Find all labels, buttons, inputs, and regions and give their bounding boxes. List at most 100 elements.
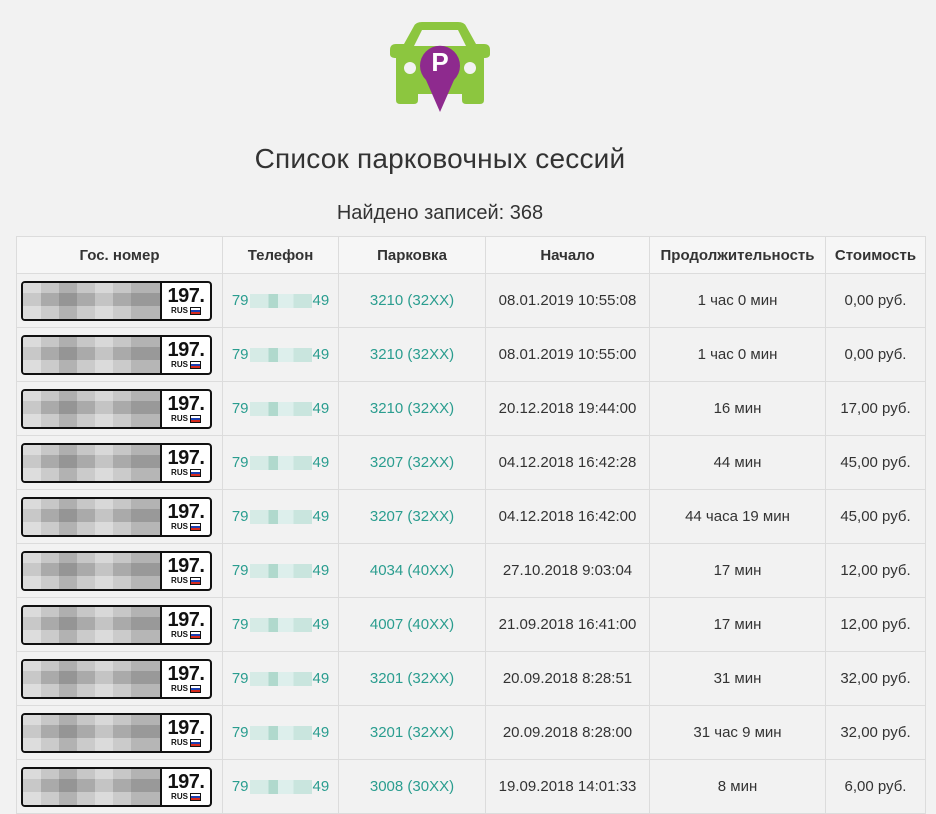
records-count: Найдено записей: 368: [336, 202, 544, 224]
cost-cell: 0,00 руб.: [825, 327, 926, 382]
plate-region-block: 197. RUS: [162, 715, 210, 751]
table-row: 197. RUS 79 49 3210 (32XX) 20.12.2018 19:44:0…: [16, 381, 926, 436]
phone-cell: 79 49: [222, 543, 339, 598]
column-header-duration: Продолжительность: [649, 236, 826, 274]
parking-link[interactable]: 3210 (32XX): [370, 400, 454, 417]
table-row: 197. RUS 79 49 3210 (32XX) 08.01.2019 10:55:0…: [16, 327, 926, 382]
plate-region: 197.: [167, 555, 205, 577]
russia-flag-icon: [189, 631, 201, 639]
table-row: 197. RUS 79 49 4034 (40XX) 27.10.2018 9:03:04…: [16, 543, 926, 598]
duration-cell: 17 мин: [649, 543, 826, 598]
plate-number-blurred: [23, 282, 162, 319]
phone-blurred: [249, 672, 312, 687]
parking-link[interactable]: 3207 (32XX): [370, 508, 454, 525]
phone-link[interactable]: 79 49: [232, 346, 329, 363]
phone-cell: 79 49: [222, 435, 339, 490]
phone-link[interactable]: 79 49: [232, 562, 329, 579]
column-header-parking: Парковка: [338, 236, 486, 274]
table-row: 197. RUS 79 49 3008 (30XX) 19.09.2018 14:01:3…: [16, 759, 926, 814]
sessions-table: Гос. номер Телефон Парковка Начало Продо…: [16, 236, 926, 814]
phone-link[interactable]: 79 49: [232, 670, 329, 687]
russia-flag-icon: [189, 523, 201, 531]
duration-cell: 8 мин: [649, 759, 826, 814]
phone-link[interactable]: 79 49: [232, 724, 329, 741]
parking-link[interactable]: 4007 (40XX): [370, 616, 454, 633]
phone-cell: 79 49: [222, 651, 339, 706]
phone-blurred: [249, 402, 312, 417]
parking-cell: 3201 (32XX): [338, 705, 486, 760]
license-plate: 197. RUS: [21, 604, 212, 645]
plate-country: RUS: [171, 792, 188, 801]
plate-region: 197.: [167, 393, 205, 415]
duration-cell: 44 мин: [649, 435, 826, 490]
phone-blurred: [249, 564, 312, 579]
table-header-row: Гос. номер Телефон Парковка Начало Продо…: [16, 236, 926, 274]
plate-number-blurred: [23, 552, 162, 589]
parking-cell: 3210 (32XX): [338, 381, 486, 436]
parking-link[interactable]: 3008 (30XX): [370, 778, 454, 795]
start-cell: 20.12.2018 19:44:00: [485, 381, 650, 436]
plate-region: 197.: [167, 717, 205, 739]
cost-cell: 17,00 руб.: [825, 381, 926, 436]
table-row: 197. RUS 79 49 3201 (32XX) 20.09.2018 8:28:00…: [16, 705, 926, 760]
russia-flag-icon: [189, 577, 201, 585]
column-header-cost: Стоимость: [825, 236, 926, 274]
duration-cell: 16 мин: [649, 381, 826, 436]
phone-link[interactable]: 79 49: [232, 508, 329, 525]
plate-number-blurred: [23, 714, 162, 751]
parking-link[interactable]: 3201 (32XX): [370, 670, 454, 687]
phone-cell: 79 49: [222, 759, 339, 814]
plate-country: RUS: [171, 522, 188, 531]
parking-link[interactable]: 4034 (40XX): [370, 562, 454, 579]
table-row: 197. RUS 79 49 3207 (32XX) 04.12.2018 16:42:0…: [16, 489, 926, 544]
license-plate: 197. RUS: [21, 442, 212, 483]
phone-link[interactable]: 79 49: [232, 616, 329, 633]
start-cell: 20.09.2018 8:28:00: [485, 705, 650, 760]
phone-blurred: [249, 294, 312, 309]
plate-region-block: 197. RUS: [162, 337, 210, 373]
parking-cell: 3210 (32XX): [338, 327, 486, 382]
plate-region-block: 197. RUS: [162, 661, 210, 697]
license-plate: 197. RUS: [21, 766, 212, 807]
plate-cell: 197. RUS: [16, 759, 223, 814]
plate-region-block: 197. RUS: [162, 445, 210, 481]
plate-region: 197.: [167, 339, 205, 361]
cost-cell: 32,00 руб.: [825, 651, 926, 706]
parking-link[interactable]: 3207 (32XX): [370, 454, 454, 471]
phone-link[interactable]: 79 49: [232, 292, 329, 309]
duration-cell: 1 час 0 мин: [649, 273, 826, 328]
start-cell: 04.12.2018 16:42:00: [485, 489, 650, 544]
start-cell: 21.09.2018 16:41:00: [485, 597, 650, 652]
plate-region: 197.: [167, 447, 205, 469]
parking-link[interactable]: 3210 (32XX): [370, 346, 454, 363]
plate-country: RUS: [171, 414, 188, 423]
license-plate: 197. RUS: [21, 658, 212, 699]
phone-link[interactable]: 79 49: [232, 778, 329, 795]
phone-link[interactable]: 79 49: [232, 454, 329, 471]
plate-number-blurred: [23, 606, 162, 643]
phone-link[interactable]: 79 49: [232, 400, 329, 417]
plate-region-block: 197. RUS: [162, 499, 210, 535]
russia-flag-icon: [189, 685, 201, 693]
russia-flag-icon: [189, 469, 201, 477]
column-header-plate: Гос. номер: [16, 236, 223, 274]
plate-cell: 197. RUS: [16, 273, 223, 328]
license-plate: 197. RUS: [21, 496, 212, 537]
plate-country: RUS: [171, 468, 188, 477]
start-cell: 04.12.2018 16:42:28: [485, 435, 650, 490]
plate-number-blurred: [23, 660, 162, 697]
phone-blurred: [249, 510, 312, 525]
plate-region-block: 197. RUS: [162, 769, 210, 805]
parking-link[interactable]: 3201 (32XX): [370, 724, 454, 741]
license-plate: 197. RUS: [21, 280, 212, 321]
duration-cell: 44 часа 19 мин: [649, 489, 826, 544]
parking-link[interactable]: 3210 (32XX): [370, 292, 454, 309]
car-parking-pin-icon: P: [390, 22, 490, 112]
table-row: 197. RUS 79 49 4007 (40XX) 21.09.2018 16:41:0…: [16, 597, 926, 652]
cost-cell: 6,00 руб.: [825, 759, 926, 814]
plate-number-blurred: [23, 444, 162, 481]
plate-cell: 197. RUS: [16, 597, 223, 652]
license-plate: 197. RUS: [21, 334, 212, 375]
plate-number-blurred: [23, 336, 162, 373]
phone-cell: 79 49: [222, 597, 339, 652]
